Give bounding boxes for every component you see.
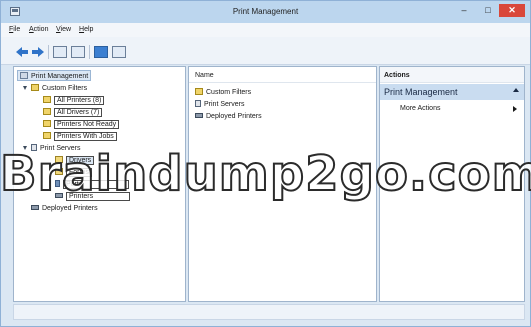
tree-node-all-drivers[interactable]: All Drivers (7) (43, 107, 103, 118)
tree-node-all-printers[interactable]: All Printers (8) (43, 95, 105, 106)
show-hide-tree-icon[interactable] (53, 46, 67, 58)
port-icon (55, 180, 60, 187)
list-item-print-servers[interactable]: Print Servers (195, 99, 244, 110)
list-item-custom-filters[interactable]: Custom Filters (195, 87, 251, 98)
expand-arrow-icon[interactable] (23, 146, 27, 150)
show-action-pane-icon[interactable] (112, 46, 126, 58)
filter-icon (43, 120, 51, 127)
help-icon[interactable] (94, 46, 108, 58)
toolbar-separator (48, 45, 49, 59)
print-management-window: Print Management – □ ✕ File Action View … (0, 0, 531, 327)
tree-node-label: Ports (63, 180, 130, 189)
toolbar (1, 37, 530, 65)
filter-icon (43, 108, 51, 115)
status-bar (13, 304, 525, 320)
tree-node-print-servers[interactable]: Print Servers (31, 143, 80, 154)
forward-arrow-icon[interactable] (31, 46, 45, 58)
actions-section-label: Print Management (384, 87, 458, 97)
filter-icon (43, 96, 51, 103)
tree-node-label: Print Servers (40, 145, 81, 152)
printer-icon (55, 193, 63, 198)
tree-node-label: Custom Filters (42, 85, 88, 92)
maximize-button[interactable]: □ (477, 4, 499, 17)
menu-action[interactable]: Action (29, 26, 48, 33)
printer-icon (31, 205, 39, 210)
menu-file[interactable]: File (9, 26, 20, 33)
tree-node-label: Printers With Jobs (54, 132, 117, 141)
tree-node-label: All Printers (8) (54, 96, 105, 105)
tree-node-printers-with-jobs[interactable]: Printers With Jobs (43, 131, 117, 142)
title-bar[interactable]: Print Management – □ ✕ (1, 1, 530, 23)
tree-node-forms[interactable]: Forms (55, 167, 92, 178)
forms-icon (55, 168, 63, 175)
list-item-label: Print Servers (204, 101, 245, 108)
actions-header: Actions (380, 67, 524, 83)
tree-node-label: Drivers (66, 156, 95, 165)
actions-section-print-management[interactable]: Print Management (380, 84, 524, 100)
menu-help[interactable]: Help (79, 26, 93, 33)
list-item-label: Deployed Printers (206, 113, 262, 120)
actions-pane: Actions Print Management More Actions (379, 66, 525, 302)
collapse-arrow-icon[interactable] (513, 88, 519, 92)
tree-node-printers[interactable]: Printers (55, 191, 131, 202)
tree-node-label: Forms (66, 168, 92, 177)
tree-node-label: All Drivers (7) (54, 108, 103, 117)
menu-bar: File Action View Help (1, 23, 530, 37)
filter-folder-icon (31, 84, 39, 91)
results-list: Name Custom Filters Print Servers Deploy… (188, 66, 377, 302)
close-button[interactable]: ✕ (499, 4, 525, 17)
tree-node-print-management[interactable]: Print Management (17, 70, 92, 81)
toolbar-separator (89, 45, 90, 59)
tree-node-label: Printers Not Ready (54, 120, 120, 129)
printer-icon (195, 113, 203, 118)
minimize-button[interactable]: – (453, 4, 475, 17)
more-actions-item[interactable]: More Actions (400, 105, 440, 112)
tree-node-custom-filters[interactable]: Custom Filters (31, 83, 87, 94)
tree-node-label: Printers (66, 192, 131, 201)
tree-node-deployed-printers[interactable]: Deployed Printers (31, 203, 98, 214)
expand-arrow-icon[interactable] (23, 86, 27, 90)
export-list-icon[interactable] (71, 46, 85, 58)
actions-header-label: Actions (384, 72, 410, 79)
back-arrow-icon[interactable] (15, 46, 29, 58)
server-icon (195, 100, 201, 107)
print-management-icon (20, 72, 28, 79)
submenu-arrow-icon (513, 106, 517, 112)
list-item-label: Custom Filters (206, 89, 252, 96)
column-header-label: Name (195, 72, 214, 79)
tree-node-ports[interactable]: Ports (55, 179, 130, 190)
tree-node-drivers[interactable]: Drivers (55, 155, 95, 166)
drivers-icon (55, 156, 63, 163)
tree-node-label: Deployed Printers (42, 205, 98, 212)
list-item-deployed-printers[interactable]: Deployed Printers (195, 111, 262, 122)
menu-view[interactable]: View (56, 26, 71, 33)
filter-icon (43, 132, 51, 139)
filter-folder-icon (195, 88, 203, 95)
navigation-tree: Print Management Custom Filters All Prin… (13, 66, 186, 302)
tree-node-label: Print Management (31, 73, 89, 80)
column-header-name[interactable]: Name (189, 67, 376, 83)
window-title: Print Management (232, 7, 299, 16)
tree-node-printers-not-ready[interactable]: Printers Not Ready (43, 119, 120, 130)
server-icon (31, 144, 37, 151)
